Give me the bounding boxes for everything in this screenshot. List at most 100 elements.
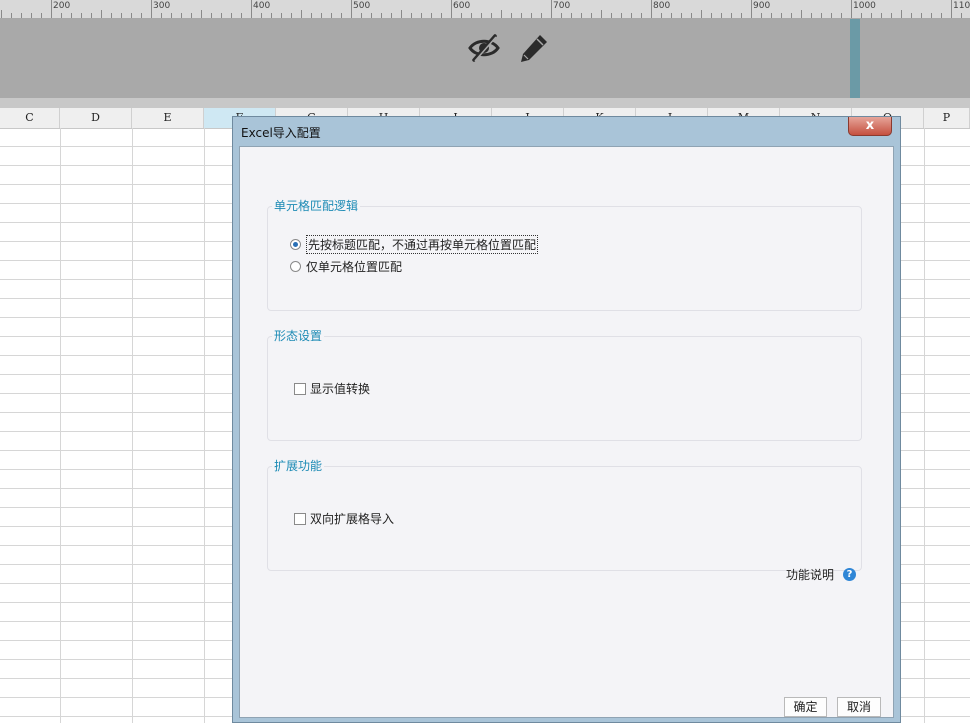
ruler-label: 1000 xyxy=(853,1,876,11)
ok-button[interactable]: 确定 xyxy=(784,697,827,717)
ruler-tick xyxy=(581,13,582,18)
ruler-tick xyxy=(11,13,12,18)
ruler-tick xyxy=(881,13,882,18)
ruler-tick xyxy=(81,13,82,18)
radio-icon[interactable] xyxy=(290,261,301,272)
ruler-label: 700 xyxy=(553,1,571,11)
display-value-convert-checkbox[interactable]: 显示值转换 xyxy=(294,380,370,397)
checkbox-icon[interactable] xyxy=(294,382,306,395)
ruler-tick xyxy=(91,13,92,18)
ruler-tick xyxy=(191,13,192,18)
ruler-tick xyxy=(181,13,182,18)
ruler-tick xyxy=(761,13,762,18)
ruler-tick xyxy=(501,10,502,18)
ruler-tick xyxy=(361,13,362,18)
grid-column-line xyxy=(204,128,205,723)
radio-position-match[interactable]: 仅单元格位置匹配 xyxy=(290,258,402,275)
ruler-tick xyxy=(261,13,262,18)
ruler-tick xyxy=(511,13,512,18)
ruler-tick xyxy=(641,13,642,18)
bidirectional-expand-checkbox[interactable]: 双向扩展格导入 xyxy=(294,510,394,527)
ruler-tick xyxy=(1,10,2,18)
radio-title-match[interactable]: 先按标题匹配，不通过再按单元格位置匹配 xyxy=(290,235,539,254)
column-header-p[interactable]: P xyxy=(924,108,970,128)
column-header-c[interactable]: C xyxy=(0,108,60,128)
question-icon[interactable]: ? xyxy=(843,568,857,581)
ruler-tick xyxy=(951,0,952,18)
match-logic-title: 单元格匹配逻辑 xyxy=(272,197,361,214)
ruler-tick xyxy=(611,13,612,18)
grid-column-line xyxy=(60,128,61,723)
ruler-tick xyxy=(891,13,892,18)
column-header-e[interactable]: E xyxy=(132,108,204,128)
radio-position-match-label: 仅单元格位置匹配 xyxy=(306,260,403,274)
close-button[interactable]: x xyxy=(848,117,892,136)
ruler-tick xyxy=(221,13,222,18)
form-settings-title: 形态设置 xyxy=(272,327,325,344)
ruler-tick xyxy=(541,13,542,18)
ruler-tick xyxy=(661,13,662,18)
ruler-tick xyxy=(651,0,652,18)
ruler-tick xyxy=(671,13,672,18)
ruler-tick xyxy=(251,0,252,18)
match-logic-group: 单元格匹配逻辑 先按标题匹配，不通过再按单元格位置匹配 仅单元格位置匹配 xyxy=(267,197,862,311)
ruler-tick xyxy=(201,10,202,18)
ruler-tick xyxy=(311,13,312,18)
ruler-label: 300 xyxy=(153,1,171,11)
grid-column-line xyxy=(924,128,925,723)
ruler-tick xyxy=(901,10,902,18)
ruler-tick xyxy=(341,13,342,18)
feature-help-link[interactable]: 功能说明 ? xyxy=(786,566,857,583)
ruler-tick xyxy=(681,13,682,18)
display-value-convert-label: 显示值转换 xyxy=(310,382,371,396)
dialog-title: Excel导入配置 xyxy=(241,126,321,140)
ruler-tick xyxy=(931,13,932,18)
extension-group: 扩展功能 双向扩展格导入 xyxy=(267,457,862,571)
ruler-tick xyxy=(701,10,702,18)
ruler-label: 600 xyxy=(453,1,471,11)
feature-help-label: 功能说明 xyxy=(786,568,835,582)
checkbox-icon[interactable] xyxy=(294,512,306,525)
ruler-tick xyxy=(531,13,532,18)
column-header-d[interactable]: D xyxy=(60,108,132,128)
ruler-tick xyxy=(71,13,72,18)
ruler-tick xyxy=(51,0,52,18)
ruler-tick xyxy=(571,13,572,18)
ruler-tick xyxy=(481,13,482,18)
ruler-tick xyxy=(421,13,422,18)
radio-icon-selected[interactable] xyxy=(290,239,301,250)
ruler-tick xyxy=(331,13,332,18)
ruler-tick xyxy=(151,0,152,18)
ruler-label: 200 xyxy=(53,1,71,11)
ruler-tick xyxy=(451,0,452,18)
ruler-tick xyxy=(281,13,282,18)
eye-slash-icon[interactable] xyxy=(467,33,501,63)
ruler-tick xyxy=(351,0,352,18)
ruler-tick xyxy=(621,13,622,18)
ruler-tick xyxy=(231,13,232,18)
pencil-icon[interactable] xyxy=(518,33,550,63)
ruler-tick xyxy=(781,13,782,18)
cancel-button[interactable]: 取消 xyxy=(837,697,881,717)
ruler-tick xyxy=(131,13,132,18)
ruler-tick xyxy=(791,13,792,18)
band-separator xyxy=(0,98,970,108)
ruler-tick xyxy=(111,13,112,18)
ruler-tick xyxy=(521,13,522,18)
ruler-tick xyxy=(291,13,292,18)
ruler-label: 800 xyxy=(653,1,671,11)
ruler-tick xyxy=(841,13,842,18)
ruler-tick xyxy=(831,13,832,18)
form-settings-group: 形态设置 显示值转换 xyxy=(267,327,862,441)
ruler-tick xyxy=(141,13,142,18)
ruler-tick xyxy=(771,13,772,18)
ruler-tick xyxy=(21,13,22,18)
ruler-tick xyxy=(391,13,392,18)
bidirectional-expand-label: 双向扩展格导入 xyxy=(310,512,395,526)
ruler-tick xyxy=(321,13,322,18)
ruler-tick xyxy=(711,13,712,18)
ruler-tick xyxy=(471,13,472,18)
ruler-tick xyxy=(411,13,412,18)
radio-title-match-label: 先按标题匹配，不通过再按单元格位置匹配 xyxy=(306,235,539,254)
ruler-tick xyxy=(801,10,802,18)
